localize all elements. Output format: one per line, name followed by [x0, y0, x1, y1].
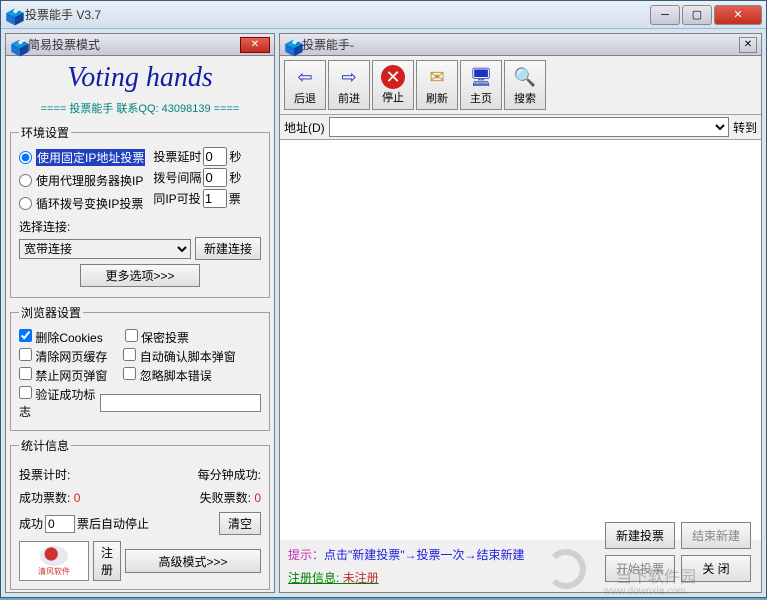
brand-logo: Voting hands — [10, 60, 270, 96]
home-icon: 🖥 — [468, 64, 494, 90]
addr-label: 地址(D) — [284, 119, 325, 136]
browser-viewport — [280, 140, 761, 540]
verify-flag-input[interactable] — [100, 394, 261, 412]
panel-icon: 🗳️ — [284, 38, 298, 52]
register-button[interactable]: 注 册 — [93, 541, 121, 581]
close-button[interactable]: ✕ — [714, 5, 762, 25]
home-button[interactable]: 🖥主页 — [460, 60, 502, 110]
sameip-input[interactable] — [203, 189, 227, 208]
stop-icon: ✕ — [381, 65, 405, 89]
start-vote-button[interactable]: 开始投票 — [605, 555, 675, 582]
goto-link[interactable]: 转到 — [733, 119, 757, 136]
browser-legend: 浏览器设置 — [19, 304, 83, 321]
watermark-url: www.downxia.com — [604, 586, 686, 597]
chk-del-cookies[interactable] — [19, 329, 32, 342]
minimize-button[interactable]: ─ — [650, 5, 680, 25]
clear-button[interactable]: 清空 — [219, 512, 261, 535]
radio-fixed-ip[interactable] — [19, 151, 32, 164]
refresh-button[interactable]: ✉刷新 — [416, 60, 458, 110]
arrow-right-icon: ⇨ — [336, 64, 362, 90]
fail-count: 0 — [254, 491, 261, 505]
arrow-left-icon: ⇦ — [292, 64, 318, 90]
search-icon: 🔍 — [512, 64, 538, 90]
search-button[interactable]: 🔍搜索 — [504, 60, 546, 110]
chk-verify-flag[interactable] — [19, 386, 32, 399]
forward-button[interactable]: ⇨前进 — [328, 60, 370, 110]
autostop-input[interactable] — [45, 515, 75, 533]
more-options-button[interactable]: 更多选项>>> — [80, 264, 200, 287]
chk-ignore-err[interactable] — [123, 367, 136, 380]
permin-label: 每分钟成功: — [198, 466, 261, 483]
watermark-icon — [546, 549, 586, 589]
contact-info: ==== 投票能手 联系QQ: 43098139 ==== — [10, 96, 270, 124]
back-button[interactable]: ⇦后退 — [284, 60, 326, 110]
radio-dial[interactable] — [19, 197, 32, 210]
close-panel-button[interactable]: 关 闭 — [681, 555, 751, 582]
conn-select[interactable]: 宽带连接 — [19, 239, 191, 259]
radio-proxy[interactable] — [19, 174, 32, 187]
env-legend: 环境设置 — [19, 124, 71, 141]
select-conn-label: 选择连接: — [19, 218, 261, 235]
stop-button[interactable]: ✕停止 — [372, 60, 414, 110]
interval-input[interactable] — [203, 168, 227, 187]
chk-auto-confirm[interactable] — [123, 348, 136, 361]
right-panel-close-button[interactable]: ✕ — [739, 37, 757, 53]
advanced-button[interactable]: 高级模式>>> — [125, 549, 261, 573]
right-panel-title: 投票能手- — [302, 36, 739, 53]
left-panel-close-button[interactable]: ✕ — [240, 37, 270, 53]
panel-icon: 🗳️ — [10, 38, 24, 52]
end-new-button[interactable]: 结束新建 — [681, 522, 751, 549]
addr-input[interactable] — [329, 117, 729, 137]
left-panel-title: 简易投票模式 — [28, 36, 240, 53]
delay-input[interactable] — [203, 147, 227, 166]
success-count: 0 — [74, 491, 81, 505]
maximize-button[interactable]: ▢ — [682, 5, 712, 25]
qf-logo: 清风软件 — [19, 541, 89, 581]
stats-legend: 统计信息 — [19, 437, 71, 454]
chk-keep-vote[interactable] — [125, 329, 138, 342]
chk-block-popup[interactable] — [19, 367, 32, 380]
app-icon: 🗳️ — [5, 7, 21, 23]
app-title: 投票能手 V3.7 — [25, 6, 648, 23]
new-conn-button[interactable]: 新建连接 — [195, 237, 261, 260]
chk-clear-cache[interactable] — [19, 348, 32, 361]
refresh-icon: ✉ — [424, 64, 450, 90]
timer-label: 投票计时: — [19, 466, 70, 483]
new-vote-button[interactable]: 新建投票 — [605, 522, 675, 549]
